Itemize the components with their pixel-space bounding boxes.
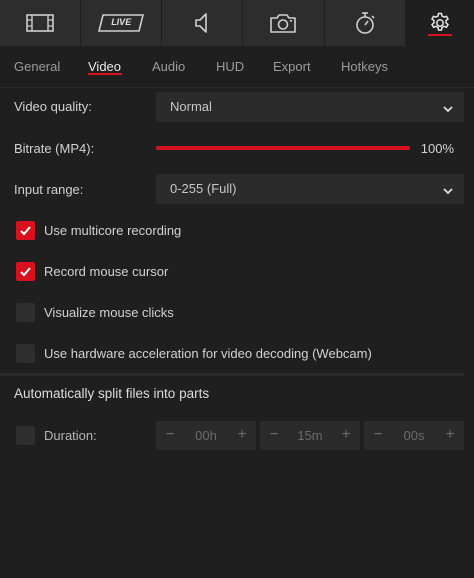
- minutes-decrement-button[interactable]: −: [266, 426, 282, 444]
- tab-screenshot[interactable]: [243, 0, 324, 46]
- record-cursor-label: Record mouse cursor: [44, 264, 169, 279]
- hours-value: 00h: [195, 428, 217, 443]
- bitrate-label: Bitrate (MP4):: [14, 141, 95, 156]
- tab-hud[interactable]: HUD: [216, 59, 244, 74]
- video-quality-value: Normal: [170, 99, 212, 114]
- seconds-increment-button[interactable]: +: [442, 426, 458, 444]
- gear-icon: [429, 12, 451, 34]
- tab-general[interactable]: General: [14, 59, 60, 74]
- tab-settings[interactable]: [405, 0, 474, 46]
- top-toolbar: LIVE: [0, 0, 474, 46]
- tab-video[interactable]: Video: [88, 59, 121, 74]
- input-range-select[interactable]: 0-255 (Full): [156, 174, 464, 204]
- multicore-checkbox[interactable]: [16, 221, 35, 240]
- live-label: LIVE: [111, 17, 132, 27]
- hours-decrement-button[interactable]: −: [162, 426, 178, 444]
- speaker-icon: [194, 12, 210, 34]
- hw-acceleration-label: Use hardware acceleration for video deco…: [44, 346, 372, 361]
- split-section-title: Automatically split files into parts: [14, 386, 210, 401]
- minutes-stepper[interactable]: − 15m +: [260, 421, 360, 450]
- tab-audio[interactable]: [162, 0, 243, 46]
- tab-hotkeys[interactable]: Hotkeys: [341, 59, 388, 74]
- film-icon: [26, 13, 54, 33]
- active-tab-indicator: [88, 73, 122, 75]
- stopwatch-icon: [354, 11, 376, 35]
- video-quality-label: Video quality:: [14, 99, 92, 114]
- visualize-clicks-checkbox[interactable]: [16, 303, 35, 322]
- input-range-label: Input range:: [14, 182, 84, 197]
- visualize-clicks-label: Visualize mouse clicks: [44, 305, 174, 320]
- tab-export[interactable]: Export: [273, 59, 311, 74]
- seconds-decrement-button[interactable]: −: [370, 426, 386, 444]
- live-icon: LIVE: [98, 14, 145, 32]
- minutes-value: 15m: [297, 428, 323, 443]
- section-divider: [0, 373, 464, 376]
- settings-subtabs: General Video Audio HUD Export Hotkeys: [0, 46, 474, 88]
- bitrate-slider[interactable]: [156, 146, 410, 150]
- input-range-value: 0-255 (Full): [170, 181, 237, 196]
- tab-audio-settings[interactable]: Audio: [152, 59, 185, 74]
- tab-timer[interactable]: [324, 0, 405, 46]
- duration-label: Duration:: [44, 428, 97, 443]
- hw-acceleration-checkbox[interactable]: [16, 344, 35, 363]
- chevron-down-icon: [442, 184, 454, 199]
- hours-stepper[interactable]: − 00h +: [156, 421, 256, 450]
- seconds-stepper[interactable]: − 00s +: [364, 421, 464, 450]
- seconds-value: 00s: [403, 428, 425, 443]
- camera-icon: [269, 12, 297, 34]
- bitrate-slider-fill: [156, 146, 410, 150]
- minutes-increment-button[interactable]: +: [338, 426, 354, 444]
- bitrate-value: 100%: [420, 141, 454, 156]
- video-quality-select[interactable]: Normal: [156, 92, 464, 122]
- multicore-label: Use multicore recording: [44, 223, 182, 238]
- hours-increment-button[interactable]: +: [234, 426, 250, 444]
- tab-live[interactable]: LIVE: [81, 0, 162, 46]
- tab-recordings[interactable]: [0, 0, 81, 46]
- chevron-down-icon: [442, 102, 454, 117]
- duration-checkbox[interactable]: [16, 426, 35, 445]
- record-cursor-checkbox[interactable]: [16, 262, 35, 281]
